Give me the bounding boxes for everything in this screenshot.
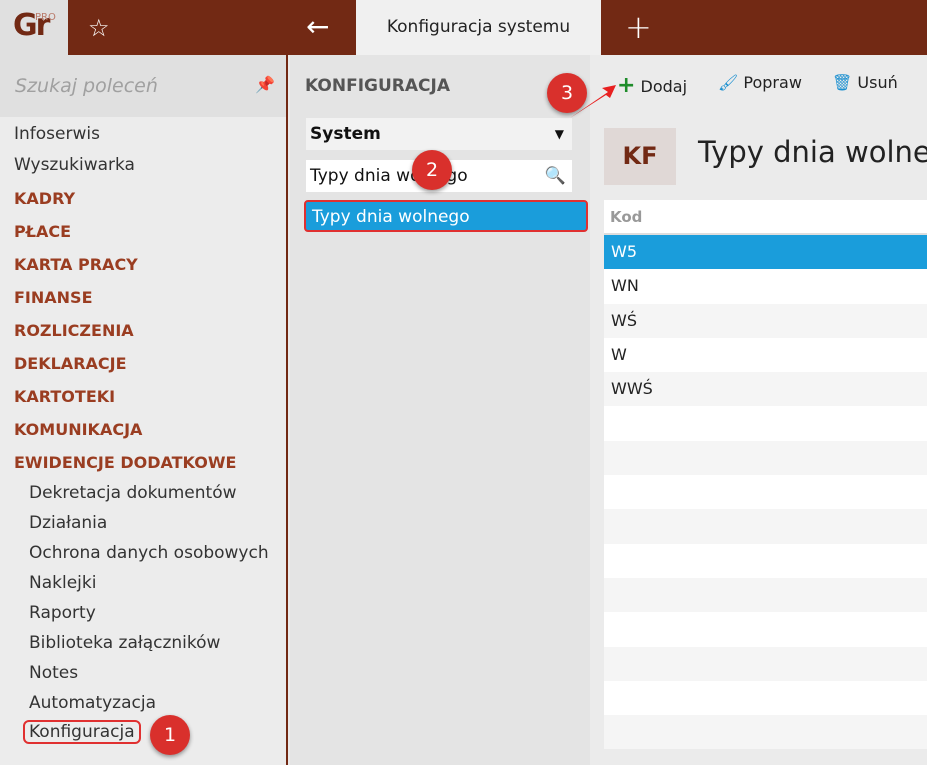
delete-button[interactable]: 🗑 Usuń xyxy=(832,73,898,92)
sidebar-subitem[interactable]: Raporty xyxy=(29,603,96,623)
sidebar-section-ewidencje[interactable]: EWIDENCJE DODATKOWE xyxy=(14,453,236,472)
table-row[interactable]: W5 xyxy=(604,235,927,270)
module-select[interactable]: System ▼ xyxy=(306,118,572,150)
table-row[interactable]: W xyxy=(604,337,927,373)
table-row[interactable] xyxy=(604,577,927,613)
edit-button[interactable]: 🖌 Popraw xyxy=(718,73,802,92)
edit-label: Popraw xyxy=(743,73,802,92)
sidebar-subitem[interactable]: Naklejki xyxy=(29,573,96,593)
sidebar-item-wyszukiwarka[interactable]: Wyszukiwarka xyxy=(14,155,135,175)
sidebar-subitem[interactable]: Notes xyxy=(29,663,78,683)
step-badge-1: 1 xyxy=(150,715,190,755)
table-row[interactable] xyxy=(604,440,927,476)
brush-icon: 🖌 xyxy=(718,73,739,92)
tab-konfiguracja-systemu[interactable]: Konfiguracja systemu xyxy=(356,0,601,55)
config-result-item[interactable]: Typy dnia wolnego xyxy=(304,200,588,232)
sidebar-item-infoserwis[interactable]: Infoserwis xyxy=(14,124,100,144)
column-header-kod[interactable]: Kod xyxy=(604,200,927,235)
config-title: KONFIGURACJA xyxy=(305,76,450,96)
table-row[interactable] xyxy=(604,680,927,716)
app-logo[interactable]: Gr PRO xyxy=(0,0,68,55)
sidebar-subitem[interactable]: Automatyzacja xyxy=(29,693,156,713)
new-tab-plus-icon[interactable]: + xyxy=(625,8,652,46)
table-row[interactable]: WWŚ xyxy=(604,372,927,407)
search-icon[interactable]: 🔍 xyxy=(545,160,566,192)
sidebar-section-kadry[interactable]: KADRY xyxy=(14,189,75,208)
sidebar-section-deklaracje[interactable]: DEKLARACJE xyxy=(14,354,127,373)
sidebar-section-finanse[interactable]: FINANSE xyxy=(14,288,93,307)
add-button[interactable]: + Dodaj xyxy=(617,73,687,98)
data-grid: Kod W5 WN WŚ W WWŚ xyxy=(604,200,927,750)
delete-label: Usuń xyxy=(857,73,898,92)
sidebar-subitem[interactable]: Dekretacja dokumentów xyxy=(29,483,237,503)
table-row[interactable] xyxy=(604,646,927,681)
table-row[interactable] xyxy=(604,715,927,750)
sidebar: Szukaj poleceń 📌 Infoserwis Wyszukiwarka … xyxy=(0,55,288,765)
trash-icon: 🗑 xyxy=(832,73,853,92)
command-search-input[interactable]: Szukaj poleceń 📌 xyxy=(0,55,286,117)
sidebar-subitem[interactable]: Ochrona danych osobowych xyxy=(29,543,269,563)
step-badge-3: 3 xyxy=(547,73,587,113)
table-row[interactable] xyxy=(604,543,927,578)
sidebar-subitem[interactable]: Biblioteka załączników xyxy=(29,633,220,653)
add-label: Dodaj xyxy=(640,77,688,96)
sidebar-section-rozliczenia[interactable]: ROZLICZENIA xyxy=(14,321,134,340)
module-badge: KF xyxy=(604,128,676,185)
sidebar-section-place[interactable]: PŁACE xyxy=(14,222,71,241)
table-row[interactable] xyxy=(604,509,927,544)
sidebar-subitem-konfiguracja[interactable]: Konfiguracja xyxy=(23,720,141,744)
search-placeholder: Szukaj poleceń xyxy=(15,75,158,97)
chevron-down-icon: ▼ xyxy=(554,127,564,141)
logo-pro: PRO xyxy=(35,12,56,23)
back-arrow-icon[interactable]: ← xyxy=(306,10,329,43)
pin-icon[interactable]: 📌 xyxy=(255,75,275,94)
page-title: Typy dnia wolnego xyxy=(698,135,927,169)
table-row[interactable] xyxy=(604,612,927,647)
favorites-star-icon[interactable]: ☆ xyxy=(88,14,110,42)
select-value: System xyxy=(310,124,381,144)
table-row[interactable] xyxy=(604,475,927,510)
sidebar-subitem[interactable]: Działania xyxy=(29,513,107,533)
sidebar-section-karta-pracy[interactable]: KARTA PRACY xyxy=(14,255,138,274)
table-row[interactable] xyxy=(604,406,927,441)
sidebar-section-kartoteki[interactable]: KARTOTEKI xyxy=(14,387,115,406)
step-badge-2: 2 xyxy=(412,150,452,190)
plus-icon: + xyxy=(617,73,636,98)
table-row[interactable]: WN xyxy=(604,269,927,304)
table-row[interactable]: WŚ xyxy=(604,303,927,338)
sidebar-section-komunikacja[interactable]: KOMUNIKACJA xyxy=(14,420,142,439)
